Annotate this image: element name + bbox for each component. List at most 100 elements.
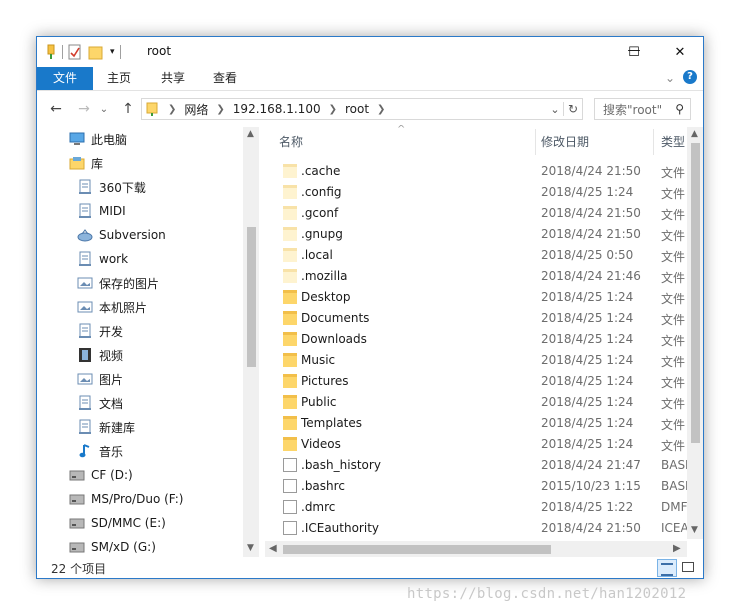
library-doc-icon <box>77 323 93 339</box>
file-row[interactable]: .ICEauthority 2018/4/24 21:50 ICEA <box>265 518 689 539</box>
file-date: 2018/4/25 1:24 <box>541 374 634 388</box>
file-row[interactable]: .local 2018/4/25 0:50 文件 <box>265 245 687 266</box>
scroll-up-icon[interactable]: ▲ <box>691 129 698 139</box>
file-date: 2018/4/25 1:24 <box>541 416 634 430</box>
file-row[interactable]: Videos 2018/4/25 1:24 文件 <box>265 434 687 455</box>
sort-ascending-icon: ^ <box>397 125 406 135</box>
scrollbar-thumb[interactable] <box>691 143 700 443</box>
scroll-down-icon[interactable]: ▼ <box>247 543 254 553</box>
file-row[interactable]: Pictures 2018/4/25 1:24 文件 <box>265 371 687 392</box>
large-icons-view-button[interactable] <box>680 560 696 574</box>
sidebar-item[interactable]: 保存的图片 <box>77 271 159 295</box>
sidebar-item[interactable]: 视频 <box>77 343 123 367</box>
file-row[interactable]: .mozilla 2018/4/24 21:46 文件 <box>265 266 687 287</box>
sidebar-item[interactable]: 360下载 <box>77 175 146 199</box>
scrollbar-thumb[interactable] <box>283 545 551 554</box>
file-row[interactable]: Downloads 2018/4/25 1:24 文件 <box>265 329 687 350</box>
sidebar-item[interactable]: work <box>77 247 128 271</box>
scroll-left-icon[interactable]: ◀ <box>269 543 277 554</box>
file-row[interactable]: Desktop 2018/4/25 1:24 文件 <box>265 287 687 308</box>
status-bar: 22 个项目 <box>37 557 703 578</box>
sidebar-item[interactable]: 新建库 <box>77 415 135 439</box>
properties-icon[interactable] <box>68 44 82 60</box>
file-row[interactable]: Music 2018/4/25 1:24 文件 <box>265 350 687 371</box>
file-date: 2018/4/25 1:24 <box>541 290 634 304</box>
folder-icon <box>283 374 297 388</box>
forward-button[interactable]: → <box>73 99 95 119</box>
video-library-icon <box>77 347 93 363</box>
search-placeholder: 搜索"root" <box>603 102 663 117</box>
file-row[interactable]: Templates 2018/4/25 1:24 文件 <box>265 413 687 434</box>
sidebar-item[interactable]: 文档 <box>77 391 123 415</box>
sidebar-item[interactable]: SM/xD (G:) <box>69 535 156 557</box>
sidebar-item[interactable]: MIDI <box>77 199 126 223</box>
refresh-button[interactable]: ↻ <box>563 102 582 116</box>
scroll-up-icon[interactable]: ▲ <box>247 129 254 139</box>
file-name: .local <box>301 248 333 262</box>
search-input[interactable]: 搜索"root" ⚲ <box>594 98 691 120</box>
new-folder-icon[interactable] <box>88 44 104 60</box>
file-date: 2018/4/24 21:50 <box>541 227 641 241</box>
sidebar-item[interactable]: MS/Pro/Duo (F:) <box>69 487 183 511</box>
expand-ribbon-icon[interactable]: ⌄ <box>661 67 679 90</box>
maximize-button[interactable]: ☐ <box>611 37 657 67</box>
scrollbar-thumb[interactable] <box>247 227 256 367</box>
sidebar-item[interactable]: 音乐 <box>77 439 123 463</box>
scroll-right-icon[interactable]: ▶ <box>673 543 681 554</box>
folder-icon <box>283 164 297 178</box>
pin-icon[interactable] <box>45 44 57 60</box>
address-dropdown-icon[interactable]: ⌄ <box>547 103 563 116</box>
sidebar-item[interactable]: 本机照片 <box>77 295 147 319</box>
column-header-type-label: 类型 <box>661 135 686 149</box>
breadcrumb-root[interactable]: root <box>345 102 369 116</box>
tab-home[interactable]: 主页 <box>97 67 141 90</box>
sidebar-item[interactable]: Subversion <box>77 223 166 247</box>
breadcrumb-network[interactable]: 网络 <box>184 101 208 118</box>
file-row[interactable]: Documents 2018/4/25 1:24 文件 <box>265 308 687 329</box>
tab-share[interactable]: 共享 <box>151 67 195 90</box>
file-icon <box>283 458 297 472</box>
file-date: 2018/4/25 1:24 <box>541 353 634 367</box>
breadcrumb-separator-icon[interactable]: ❯ <box>329 104 337 115</box>
details-view-button[interactable] <box>657 559 677 577</box>
sidebar-item[interactable]: 开发 <box>77 319 123 343</box>
scroll-down-icon[interactable]: ▼ <box>691 525 698 535</box>
sidebar-item[interactable]: 此电脑 <box>69 127 127 151</box>
file-row[interactable]: .config 2018/4/25 1:24 文件 <box>265 182 687 203</box>
file-row[interactable]: .bashrc 2015/10/23 1:15 BASI <box>265 476 689 497</box>
sidebar-item[interactable]: 库 <box>69 151 103 175</box>
sidebar-item[interactable]: SD/MMC (E:) <box>69 511 166 535</box>
sidebar-item-label: 文档 <box>99 396 124 411</box>
file-row[interactable]: .dmrc 2018/4/25 1:22 DMF <box>265 497 688 518</box>
column-header-date[interactable]: 修改日期 <box>541 125 651 159</box>
address-bar[interactable]: ❯ 网络 ❯ 192.168.1.100 ❯ root ❯ ⌄ ↻ <box>141 98 583 120</box>
library-doc-icon <box>77 179 93 195</box>
file-row[interactable]: .gnupg 2018/4/24 21:50 文件 <box>265 224 687 245</box>
drive-icon <box>69 539 85 555</box>
help-icon[interactable]: ? <box>683 70 697 84</box>
file-date: 2018/4/25 1:24 <box>541 437 634 451</box>
breadcrumb-separator-icon[interactable]: ❯ <box>216 104 224 115</box>
file-row[interactable]: .cache 2018/4/24 21:50 文件 <box>265 161 687 182</box>
breadcrumb-separator-icon[interactable]: ❯ <box>377 104 385 115</box>
file-list-vertical-scrollbar[interactable]: ▲ ▼ <box>687 127 703 539</box>
library-doc-icon <box>77 251 93 267</box>
back-button[interactable]: ← <box>45 99 67 119</box>
file-row[interactable]: .bash_history 2018/4/24 21:47 BASI <box>265 455 689 476</box>
customize-toolbar-icon[interactable]: ▾ <box>110 47 115 57</box>
navigation-pane-scrollbar[interactable]: ▲ ▼ <box>243 127 259 557</box>
sidebar-item[interactable]: 图片 <box>77 367 123 391</box>
breadcrumb-separator-icon[interactable]: ❯ <box>168 104 176 115</box>
subversion-icon <box>77 227 93 243</box>
close-button[interactable]: ✕ <box>657 37 703 67</box>
tab-view[interactable]: 查看 <box>203 67 247 90</box>
file-row[interactable]: .gconf 2018/4/24 21:50 文件 <box>265 203 687 224</box>
recent-locations-button[interactable]: ⌄ <box>97 99 111 119</box>
file-row[interactable]: Public 2018/4/25 1:24 文件 <box>265 392 687 413</box>
file-list-horizontal-scrollbar[interactable]: ◀ ▶ <box>265 541 687 557</box>
up-button[interactable]: ↑ <box>117 99 139 119</box>
file-name: .gconf <box>301 206 339 220</box>
breadcrumb-host[interactable]: 192.168.1.100 <box>233 102 321 116</box>
sidebar-item[interactable]: CF (D:) <box>69 463 133 487</box>
tab-file[interactable]: 文件 <box>37 67 93 90</box>
